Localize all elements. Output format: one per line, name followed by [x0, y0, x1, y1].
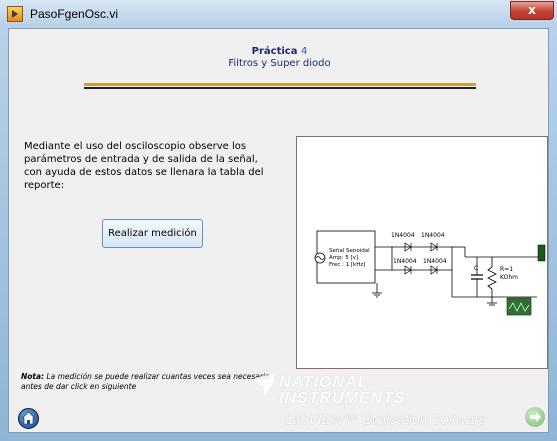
page-title: Práctica 4	[9, 46, 548, 57]
diode-label-3: 1N4004	[393, 258, 417, 265]
source-freq: Frec : 1 [kHz]	[329, 262, 365, 268]
resistor-label-2: KOhm	[500, 274, 518, 281]
instructions-text: Mediante el uso del osciloscopio observe…	[24, 141, 264, 191]
page-subtitle: Filtros y Super diodo	[228, 58, 331, 69]
header-divider-dark	[84, 87, 476, 89]
diode-label-2: 1N4004	[421, 232, 445, 239]
window-title: PasoFgenOsc.vi	[30, 7, 119, 21]
front-panel: Práctica 4 Filtros y Super diodo Mediant…	[8, 28, 549, 433]
header-divider-gold	[84, 83, 476, 86]
note-label: Nota:	[21, 372, 45, 381]
practice-number: 4	[300, 46, 308, 57]
watermark-line-1: NATIONAL	[279, 374, 369, 391]
watermark-line-3: LabVIEW™ Evaluation Software	[285, 411, 487, 427]
home-button[interactable]	[18, 408, 39, 429]
app-window: PasoFgenOsc.vi x Práctica 4 Filtros y Su…	[0, 0, 557, 441]
diode-label-1: 1N4004	[391, 232, 415, 239]
title-bar[interactable]: PasoFgenOsc.vi x	[0, 0, 557, 28]
oscilloscope-probe-icon	[537, 244, 546, 262]
close-icon: x	[528, 3, 536, 17]
realizar-medicion-button[interactable]: Realizar medición	[102, 219, 203, 248]
resistor-symbol	[487, 266, 497, 290]
circuit-diagram-panel: Señal Senoidal Amp: 5 [v] Frec : 1 [kHz]	[296, 136, 548, 369]
practice-label: Práctica	[251, 46, 298, 57]
capacitor-label: C	[474, 265, 478, 272]
source-label: Señal Senoidal	[329, 248, 370, 254]
watermark-line-2: INSTRUMENTS	[279, 390, 406, 407]
circuit-schematic: Señal Senoidal Amp: 5 [v] Frec : 1 [kHz]	[314, 230, 546, 316]
note-body: La medición se puede realizar cuantas ve…	[21, 372, 270, 391]
labview-vi-icon	[7, 6, 23, 22]
close-button[interactable]: x	[510, 1, 554, 20]
source-amp: Amp: 5 [v]	[329, 255, 358, 261]
resistor-label-1: R=1	[500, 266, 513, 273]
next-arrow-icon	[530, 412, 541, 422]
next-button[interactable]	[525, 407, 545, 427]
home-icon	[21, 411, 36, 425]
diode-label-4: 1N4004	[423, 258, 447, 265]
note-text: Nota: La medición se puede realizar cuan…	[21, 372, 286, 392]
